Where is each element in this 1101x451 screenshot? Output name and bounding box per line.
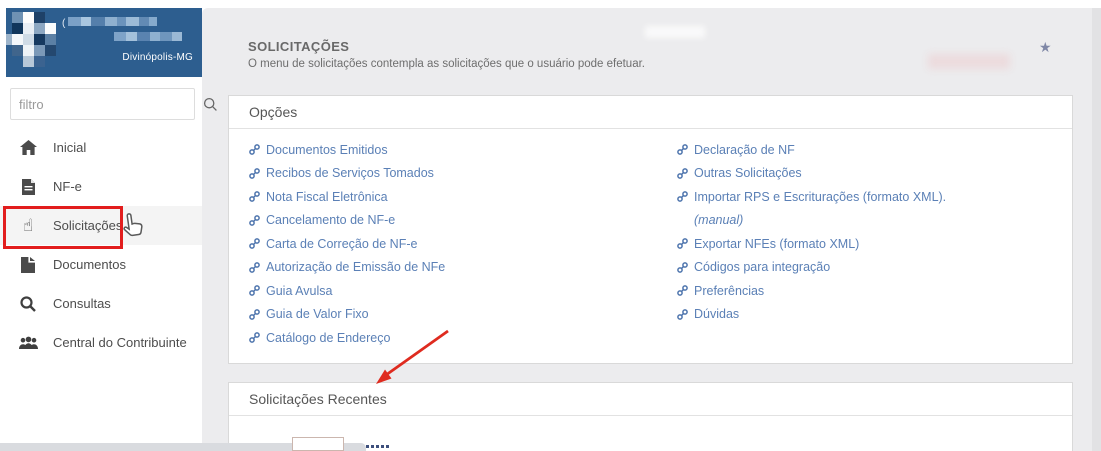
star-icon[interactable]: ★ xyxy=(1039,39,1052,56)
option-link[interactable]: Cancelamento de NF-e xyxy=(249,209,445,233)
sidebar-nav: Inicial NF-e ☝ Solicitações Documentos C… xyxy=(0,128,202,362)
option-link[interactable]: Declaração de NF xyxy=(677,138,946,162)
link-icon xyxy=(249,214,260,226)
option-link-label: Nota Fiscal Eletrônica xyxy=(266,189,388,204)
option-link[interactable]: Outras Solicitações xyxy=(677,162,946,186)
people-icon xyxy=(18,336,38,350)
option-link-label: Declaração de NF xyxy=(694,142,795,157)
sidebar-item-nfe[interactable]: NF-e xyxy=(0,167,202,206)
option-link-label: Importar RPS e Escriturações (formato XM… xyxy=(694,189,947,204)
link-icon xyxy=(677,144,688,156)
option-link[interactable]: Códigos para integração xyxy=(677,256,946,280)
option-link-label: Documentos Emitidos xyxy=(266,142,388,157)
option-link-label: Códigos para integração xyxy=(694,260,831,275)
option-link[interactable]: Guia Avulsa xyxy=(249,279,445,303)
link-icon xyxy=(249,238,260,250)
redacted-logo: ( xyxy=(6,12,182,67)
redacted-smudge xyxy=(928,54,1010,69)
option-link[interactable]: Catálogo de Endereço xyxy=(249,326,445,350)
options-links-right: Declaração de NF Outras Solicitações Imp… xyxy=(677,138,946,326)
sidebar-item-label: NF-e xyxy=(53,179,82,194)
link-icon xyxy=(249,261,260,273)
link-icon xyxy=(249,332,260,344)
municipality-banner: ( Divinópolis-MG xyxy=(6,8,202,77)
option-link-label: Guia de Valor Fixo xyxy=(266,307,369,322)
recent-requests-title: Solicitações Recentes xyxy=(229,383,1072,416)
link-icon xyxy=(249,308,260,320)
option-link[interactable]: Dúvidas xyxy=(677,303,946,327)
document-icon xyxy=(18,256,38,273)
sidebar-item-label: Consultas xyxy=(53,296,111,311)
page-title: SOLICITAÇÕES xyxy=(248,39,350,54)
sidebar-item-label: Inicial xyxy=(53,140,87,155)
option-link[interactable]: Preferências xyxy=(677,279,946,303)
sidebar-item-label: Central do Contribuinte xyxy=(53,335,187,350)
option-link[interactable]: Carta de Correção de NF-e xyxy=(249,232,445,256)
cursor-pointer-icon xyxy=(119,213,145,248)
options-card-title: Opções xyxy=(229,96,1072,129)
option-link-label: Cancelamento de NF-e xyxy=(266,213,396,228)
sidebar-item-solicitacoes[interactable]: ☝ Solicitações xyxy=(0,206,202,245)
option-link[interactable]: Autorização de Emissão de NFe xyxy=(249,256,445,280)
option-link-label: Recibos de Serviços Tomados xyxy=(266,166,434,181)
sidebar-item-label: Documentos xyxy=(53,257,126,272)
search-icon xyxy=(18,295,38,312)
link-icon xyxy=(677,285,688,297)
options-links-left: Documentos Emitidos Recibos de Serviços … xyxy=(249,138,445,350)
link-icon xyxy=(677,167,688,179)
search-icon xyxy=(203,97,218,112)
partial-cell-box xyxy=(292,437,344,451)
option-link-label: Autorização de Emissão de NFe xyxy=(266,260,446,275)
option-link[interactable]: Importar RPS e Escriturações (formato XM… xyxy=(677,185,946,209)
link-icon xyxy=(677,191,688,203)
sidebar-item-central-contribuinte[interactable]: Central do Contribuinte xyxy=(0,323,202,362)
option-link[interactable]: Exportar NFEs (formato XML) xyxy=(677,232,946,256)
clipped-text-fragment xyxy=(366,445,389,448)
option-link-label: Preferências xyxy=(694,283,765,298)
option-link[interactable]: Nota Fiscal Eletrônica xyxy=(249,185,445,209)
recent-requests-card: Solicitações Recentes xyxy=(228,382,1073,451)
scrollbar[interactable] xyxy=(1092,8,1101,451)
sidebar-item-consultas[interactable]: Consultas xyxy=(0,284,202,323)
option-link-sub: (manual) xyxy=(694,213,744,228)
sidebar-item-inicial[interactable]: Inicial xyxy=(0,128,202,167)
sidebar-item-documentos[interactable]: Documentos xyxy=(0,245,202,284)
option-link[interactable]: Recibos de Serviços Tomados xyxy=(249,162,445,186)
options-card: Opções Documentos Emitidos Recibos de Se… xyxy=(228,95,1073,364)
link-icon xyxy=(249,191,260,203)
link-icon xyxy=(677,261,688,273)
option-link-label: Dúvidas xyxy=(694,307,740,322)
file-lines-icon xyxy=(18,178,38,195)
sidebar-filter xyxy=(10,88,217,120)
home-icon xyxy=(18,140,38,155)
svg-text:(: ( xyxy=(62,18,66,29)
link-icon xyxy=(249,144,260,156)
option-link[interactable]: Guia de Valor Fixo xyxy=(249,303,445,327)
sidebar: ( Divinópolis-MG Inicial xyxy=(0,0,217,451)
municipality-name: Divinópolis-MG xyxy=(122,52,193,63)
link-icon xyxy=(677,238,688,250)
option-link-label: Outras Solicitações xyxy=(694,166,802,181)
option-link-label: Exportar NFEs (formato XML) xyxy=(694,236,860,251)
option-link-label: Carta de Correção de NF-e xyxy=(266,236,418,251)
option-link-label: Guia Avulsa xyxy=(266,283,333,298)
link-icon xyxy=(677,308,688,320)
link-icon xyxy=(249,167,260,179)
touch-hand-icon: ☝ xyxy=(22,216,34,235)
option-link-label: Catálogo de Endereço xyxy=(266,330,391,345)
link-icon xyxy=(249,285,260,297)
app-window: SOLICITAÇÕES O menu de solicitações cont… xyxy=(0,0,1101,451)
page-subtitle: O menu de solicitações contempla as soli… xyxy=(248,58,645,70)
option-link[interactable]: Documentos Emitidos xyxy=(249,138,445,162)
sidebar-item-label: Solicitações xyxy=(53,218,123,233)
redacted-smudge xyxy=(645,26,705,38)
filter-input[interactable] xyxy=(11,96,203,112)
